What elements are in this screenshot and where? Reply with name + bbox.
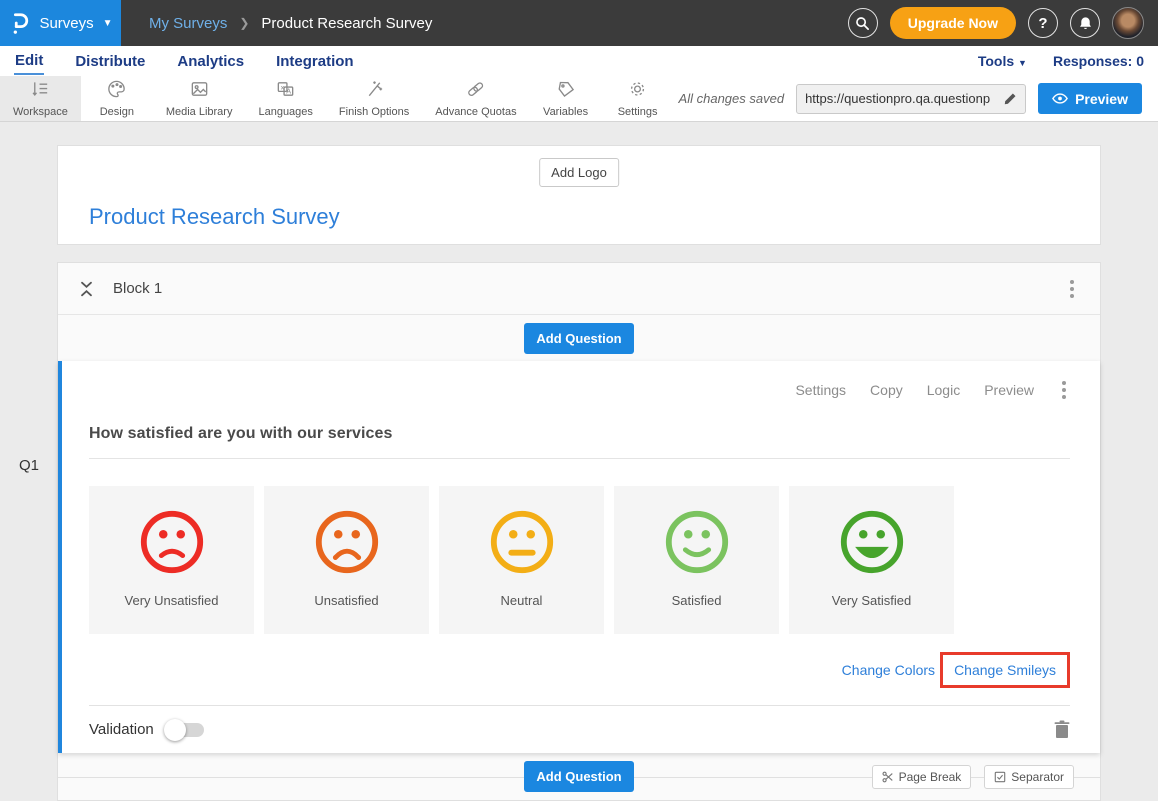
toolbar-item-advance-quotas[interactable]: Advance Quotas <box>422 76 529 121</box>
validation-toggle[interactable] <box>166 723 204 737</box>
toolbar-item-media-library[interactable]: Media Library <box>153 76 246 121</box>
block-footer: Add Question Page Break Separator <box>58 753 1100 800</box>
variables-icon <box>555 79 576 104</box>
block-menu-icon[interactable] <box>1066 276 1078 302</box>
smiley-option-neutral[interactable]: Neutral <box>439 486 604 634</box>
search-icon[interactable] <box>848 8 878 38</box>
advance-quotas-icon <box>465 79 486 104</box>
breadcrumb: My Surveys ❯ Product Research Survey <box>149 15 432 32</box>
breadcrumb-current-survey: Product Research Survey <box>261 15 432 32</box>
delete-question-icon[interactable] <box>1054 720 1070 739</box>
survey-title[interactable]: Product Research Survey <box>89 204 340 230</box>
add-question-row-top: Add Question <box>58 315 1100 361</box>
question-menu-icon[interactable] <box>1058 377 1070 403</box>
separator-checkbox-icon <box>994 771 1006 783</box>
smiley-option-very-satisfied[interactable]: Very Satisfied <box>789 486 954 634</box>
settings-icon <box>627 79 648 104</box>
topbar-actions: Upgrade Now ? <box>848 7 1158 39</box>
design-icon <box>106 79 127 104</box>
big-smile-face-icon <box>837 507 907 577</box>
tab-edit[interactable]: Edit <box>14 48 44 75</box>
breadcrumb-my-surveys[interactable]: My Surveys <box>149 15 227 32</box>
question-text[interactable]: How satisfied are you with our services <box>89 425 1070 443</box>
survey-url-box <box>796 84 1026 114</box>
help-icon[interactable]: ? <box>1028 8 1058 38</box>
validation-row: Validation <box>89 705 1070 753</box>
chevron-down-icon: ▼ <box>103 18 113 29</box>
question-card: Q1 Settings Copy Logic Preview How satis… <box>58 361 1100 753</box>
smiley-option-unsatisfied[interactable]: Unsatisfied <box>264 486 429 634</box>
question-actions: Settings Copy Logic Preview <box>89 377 1070 403</box>
notifications-bell-icon[interactable] <box>1070 8 1100 38</box>
preview-button[interactable]: Preview <box>1038 83 1142 114</box>
questionpro-logo-icon <box>8 10 30 36</box>
user-avatar[interactable] <box>1112 7 1144 39</box>
tab-distribute[interactable]: Distribute <box>74 49 146 74</box>
block-title[interactable]: Block 1 <box>113 280 162 297</box>
question-settings-link[interactable]: Settings <box>795 382 846 398</box>
workspace-icon <box>30 79 51 104</box>
svg-text:A: A <box>286 88 291 96</box>
chevron-down-icon: ▼ <box>1018 58 1027 68</box>
toolbar-item-variables[interactable]: Variables <box>530 76 602 121</box>
smiley-links-row: Change Colors Change Smileys <box>89 652 1070 688</box>
tab-analytics[interactable]: Analytics <box>176 49 245 74</box>
brand-menu[interactable]: Surveys ▼ <box>0 0 121 46</box>
validation-label: Validation <box>89 721 154 738</box>
survey-nav: Edit Distribute Analytics Integration To… <box>0 46 1158 76</box>
question-divider <box>89 458 1070 459</box>
smiley-options: Very Unsatisfied Unsatisfied <box>89 486 1070 634</box>
block-header: Block 1 <box>58 263 1100 315</box>
preview-eye-icon <box>1052 93 1068 104</box>
finish-options-icon <box>364 79 385 104</box>
question-preview-link[interactable]: Preview <box>984 382 1034 398</box>
add-question-button-top[interactable]: Add Question <box>524 323 633 354</box>
change-smileys-link[interactable]: Change Smileys <box>954 662 1056 678</box>
upgrade-now-button[interactable]: Upgrade Now <box>890 7 1016 39</box>
annotation-red-box: Change Smileys <box>940 652 1070 688</box>
neutral-face-icon <box>487 507 557 577</box>
chevron-right-icon: ❯ <box>239 16 249 30</box>
brand-menu-label: Surveys <box>39 15 93 32</box>
autosave-status: All changes saved <box>679 91 785 106</box>
smile-face-icon <box>662 507 732 577</box>
smiley-option-very-unsatisfied[interactable]: Very Unsatisfied <box>89 486 254 634</box>
question-number: Q1 <box>19 457 39 474</box>
edit-url-pencil-icon[interactable] <box>1003 92 1017 106</box>
workspace-content: Add Logo Product Research Survey Block 1… <box>0 122 1158 801</box>
toolbar-item-design[interactable]: Design <box>81 76 153 121</box>
responses-count[interactable]: Responses: 0 <box>1053 53 1144 69</box>
editor-toolbar: Workspace Design Media Library xA Langua… <box>0 76 1158 122</box>
frown-face-icon <box>312 507 382 577</box>
media-library-icon <box>189 79 210 104</box>
tools-dropdown[interactable]: Tools ▼ <box>978 53 1027 69</box>
smiley-option-satisfied[interactable]: Satisfied <box>614 486 779 634</box>
frown-face-icon <box>137 507 207 577</box>
survey-title-card: Add Logo Product Research Survey <box>57 145 1101 245</box>
collapse-block-icon[interactable] <box>80 280 93 298</box>
question-logic-link[interactable]: Logic <box>927 382 960 398</box>
survey-url-input[interactable] <box>805 91 1003 106</box>
add-question-button-bottom[interactable]: Add Question <box>524 761 633 792</box>
top-bar: Surveys ▼ My Surveys ❯ Product Research … <box>0 0 1158 46</box>
tab-integration[interactable]: Integration <box>275 49 355 74</box>
toolbar-item-languages[interactable]: xA Languages <box>245 76 325 121</box>
add-logo-button[interactable]: Add Logo <box>539 158 619 187</box>
toolbar-item-settings[interactable]: Settings <box>602 76 674 121</box>
toolbar-item-finish-options[interactable]: Finish Options <box>326 76 422 121</box>
block-card: Block 1 Add Question Q1 Settings Copy Lo… <box>57 262 1101 801</box>
change-colors-link[interactable]: Change Colors <box>842 662 935 678</box>
languages-icon: xA <box>275 79 296 104</box>
toolbar-item-workspace[interactable]: Workspace <box>0 76 81 121</box>
page-break-scissors-icon <box>882 771 894 783</box>
question-copy-link[interactable]: Copy <box>870 382 903 398</box>
